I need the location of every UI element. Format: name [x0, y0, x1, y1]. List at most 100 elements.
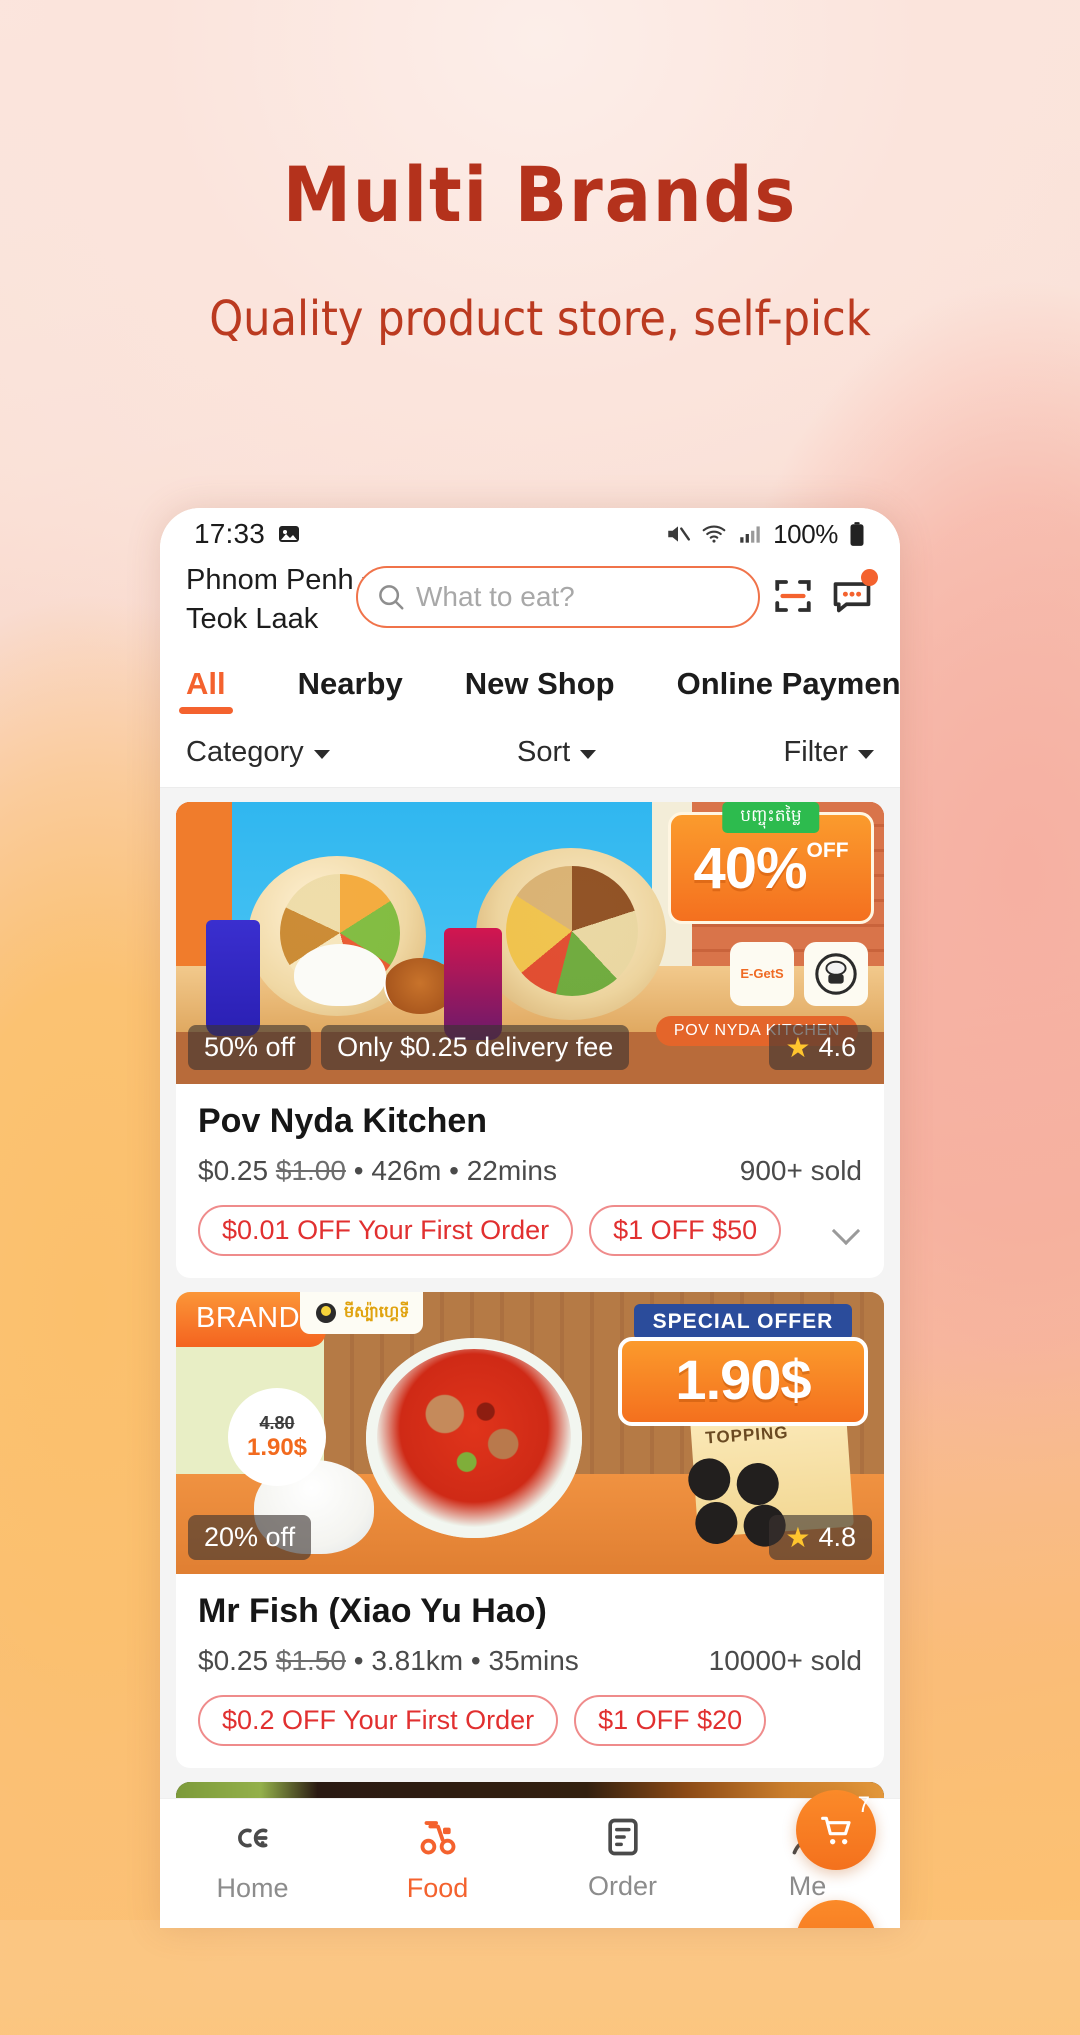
- signal-icon: [737, 521, 763, 547]
- status-time: 17:33: [194, 518, 266, 549]
- tab-online-payment[interactable]: Online Payment: [677, 666, 900, 718]
- star-icon: ★: [785, 1522, 811, 1553]
- wifi-icon: [701, 521, 727, 547]
- filter-sort-label: Sort: [517, 736, 571, 768]
- promo-chip-row: $0.01 OFF Your First Order $1 OFF $50: [198, 1205, 862, 1256]
- filter-filter[interactable]: Filter: [784, 736, 874, 769]
- meta-separator: •: [353, 1645, 364, 1676]
- restaurant-card-body: Pov Nyda Kitchen $0.25 $1.00 • 426m • 22…: [176, 1084, 884, 1278]
- promo-chip-row: $0.2 OFF Your First Order $1 OFF $20: [198, 1695, 862, 1746]
- restaurant-card-body: Mr Fish (Xiao Yu Hao) $0.25 $1.50 • 3.81…: [176, 1574, 884, 1768]
- battery-percent: 100%: [773, 518, 838, 549]
- promo-chip[interactable]: $1 OFF $50: [589, 1205, 782, 1256]
- chevron-down-icon: [313, 750, 330, 759]
- rating-value: 4.6: [818, 1032, 856, 1062]
- restaurant-feed[interactable]: បញ្ចុះតម្លៃ 40% OFF E-GetS POV NYDA KITC…: [160, 788, 900, 1798]
- image-icon: [277, 522, 301, 546]
- rating-badge: ★ 4.8: [769, 1515, 872, 1560]
- price-circle: 4.80 1.90$: [228, 1388, 326, 1486]
- location-selector[interactable]: Phnom Penh Teok Laak: [186, 560, 380, 636]
- image-badge-group: 20% off: [188, 1515, 312, 1560]
- khmer-brand-logo-icon: មីស្ប៉ាហ្គេទី: [300, 1292, 424, 1334]
- circle-old-price: 4.80: [259, 1412, 295, 1433]
- nav-item-order[interactable]: Order: [530, 1815, 715, 1902]
- cart-count-badge: 7: [857, 1792, 870, 1817]
- chevron-down-icon: [580, 750, 597, 759]
- special-offer-badge: SPECIAL OFFER 1.90$: [618, 1304, 868, 1426]
- mute-icon: [665, 521, 691, 547]
- location-city-row[interactable]: Phnom Penh: [186, 564, 380, 597]
- filter-category[interactable]: Category: [186, 736, 330, 769]
- header-icons: [772, 560, 878, 618]
- discount-khmer-label: បញ្ចុះតម្លៃ: [722, 802, 820, 833]
- restaurant-time: 22mins: [466, 1155, 557, 1186]
- bottom-navigation: Home Food Order Me: [160, 1798, 900, 1928]
- nav-item-home[interactable]: Home: [160, 1815, 345, 1904]
- promo-header: Multi Brands Quality product store, self…: [0, 0, 1080, 347]
- filter-sort[interactable]: Sort: [517, 736, 597, 769]
- delivery-old-price: $1.50: [275, 1645, 346, 1676]
- banner-logos: E-GetS: [730, 942, 868, 1006]
- status-bar: 17:33 100%: [160, 508, 900, 556]
- search-icon: [376, 582, 406, 612]
- tab-all[interactable]: All: [186, 666, 226, 718]
- special-offer-price: 1.90$: [618, 1337, 868, 1426]
- restaurant-distance: 3.81km: [371, 1645, 464, 1676]
- restaurant-time: 35mins: [488, 1645, 579, 1676]
- restaurant-meta: $0.25 $1.50 • 3.81km • 35mins: [198, 1645, 579, 1677]
- document-icon: [601, 1815, 645, 1859]
- cart-icon: [816, 1810, 856, 1850]
- nav-label-food: Food: [406, 1873, 469, 1903]
- search-input[interactable]: [406, 581, 758, 613]
- restaurant-distance: 426m: [371, 1155, 442, 1186]
- image-badge: Only $0.25 delivery fee: [321, 1025, 630, 1070]
- phone-mockup: 17:33 100% Phnom Penh Teok Laak What to …: [160, 508, 900, 1928]
- image-badge: 50% off: [188, 1025, 312, 1070]
- filter-category-label: Category: [186, 736, 304, 768]
- cart-button[interactable]: 7: [796, 1790, 876, 1870]
- scooter-icon: [415, 1815, 461, 1861]
- restaurant-meta-row: $0.25 $1.00 • 426m • 22mins 900+ sold: [198, 1155, 862, 1187]
- tab-nearby[interactable]: Nearby: [298, 666, 403, 718]
- restaurant-meta-row: $0.25 $1.50 • 3.81km • 35mins 10000+ sol…: [198, 1645, 862, 1677]
- filter-bar: Category Sort Filter: [160, 718, 900, 788]
- chat-icon[interactable]: [830, 569, 878, 618]
- restaurant-card-partial[interactable]: [176, 1782, 884, 1798]
- promo-chip[interactable]: $1 OFF $20: [574, 1695, 767, 1746]
- delivery-price: $0.25: [198, 1645, 269, 1676]
- discount-off-label: OFF: [806, 839, 849, 862]
- delivery-price: $0.25: [198, 1155, 269, 1186]
- circle-new-price: 1.90$: [246, 1433, 308, 1461]
- nav-item-food[interactable]: Food: [345, 1815, 530, 1904]
- status-bar-right: 100%: [665, 519, 866, 550]
- location-area: Teok Laak: [186, 603, 319, 635]
- search-bar[interactable]: Search: [356, 566, 760, 628]
- scroll-to-top-icon: [816, 1920, 856, 1928]
- expand-promos-chevron-down-icon[interactable]: [832, 1216, 862, 1246]
- sold-count: 900+ sold: [739, 1155, 862, 1186]
- scan-icon[interactable]: [772, 575, 814, 617]
- restaurant-banner-image: បញ្ចុះតម្លៃ 40% OFF E-GetS POV NYDA KITC…: [176, 802, 884, 1084]
- nav-label-home: Home: [216, 1873, 289, 1903]
- restaurant-card[interactable]: បញ្ចុះតម្លៃ 40% OFF E-GetS POV NYDA KITC…: [176, 802, 884, 1278]
- image-badge-group: 50% off Only $0.25 delivery fee: [188, 1025, 630, 1070]
- category-tabs: All Nearby New Shop Online Payment: [160, 648, 900, 718]
- sold-count: 10000+ sold: [708, 1645, 862, 1676]
- restaurant-card[interactable]: TOPPING 4.80 1.90$ BRAND មីស្ប៉ាហ្គេទី S…: [176, 1292, 884, 1768]
- status-bar-left: 17:33: [194, 518, 301, 550]
- egets-logo-icon: E-GetS: [730, 942, 794, 1006]
- tab-new-shop[interactable]: New Shop: [465, 666, 615, 718]
- restaurant-name: Mr Fish (Xiao Yu Hao): [198, 1592, 547, 1630]
- rating-badge: ★ 4.6: [769, 1025, 872, 1070]
- image-badge: 20% off: [188, 1515, 312, 1560]
- promo-chip[interactable]: $0.2 OFF Your First Order: [198, 1695, 559, 1746]
- meta-separator: •: [470, 1645, 481, 1676]
- meta-separator: •: [449, 1155, 459, 1186]
- promo-chip[interactable]: $0.01 OFF Your First Order: [198, 1205, 574, 1256]
- restaurant-name: Pov Nyda Kitchen: [198, 1102, 488, 1140]
- topping-label: TOPPING: [704, 1422, 790, 1448]
- filter-filter-label: Filter: [783, 736, 848, 768]
- restaurant-banner-image: TOPPING 4.80 1.90$ BRAND មីស្ប៉ាហ្គេទី S…: [176, 1292, 884, 1574]
- battery-icon: [848, 521, 866, 547]
- chef-logo-icon: [804, 942, 868, 1006]
